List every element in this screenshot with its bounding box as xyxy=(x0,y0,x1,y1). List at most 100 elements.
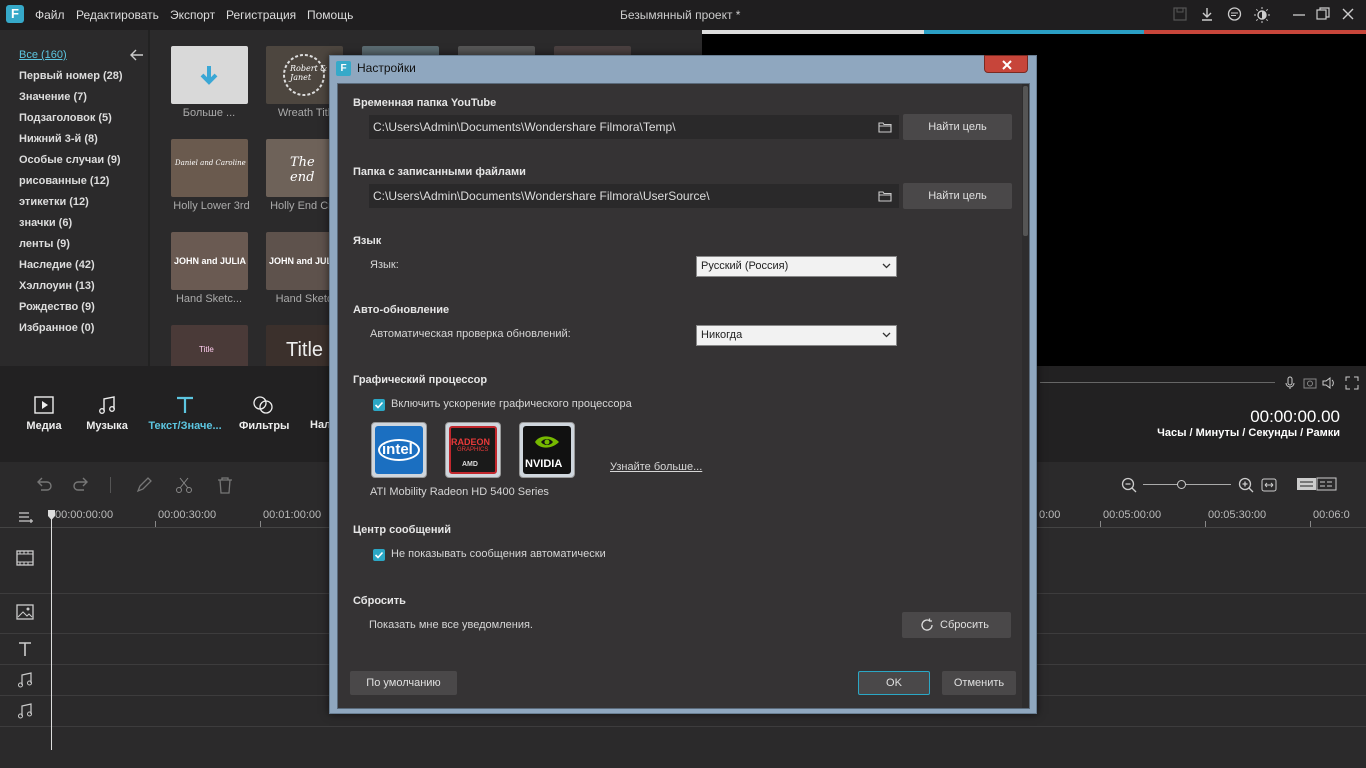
playhead[interactable] xyxy=(51,512,52,750)
camera-icon[interactable] xyxy=(1303,376,1317,390)
recorded-section-title: Папка с записанными файлами xyxy=(353,166,526,178)
ruler-mark xyxy=(1310,521,1311,527)
thumb-text: JOHN and JULIA xyxy=(174,256,247,266)
fit-timeline-icon[interactable] xyxy=(1261,478,1277,492)
refresh-icon xyxy=(921,618,933,631)
dialog-scrollbar[interactable] xyxy=(1022,84,1029,708)
category-item[interactable]: рисованные (12) xyxy=(19,175,109,187)
defaults-button[interactable]: По умолчанию xyxy=(350,671,457,695)
ruler-tick: 00:06:0 xyxy=(1313,509,1350,521)
minimize-icon[interactable] xyxy=(1292,7,1308,23)
download-icon[interactable] xyxy=(1200,7,1216,23)
app-logo: F xyxy=(6,5,24,23)
menu-edit[interactable]: Редактировать xyxy=(76,8,159,22)
language-select[interactable]: Русский (Россия) xyxy=(696,256,897,277)
redo-icon[interactable] xyxy=(72,476,90,494)
ok-button[interactable]: OK xyxy=(858,671,930,695)
category-item[interactable]: значки (6) xyxy=(19,217,72,229)
hand-sketch-thumb[interactable]: JOHN and JULIA xyxy=(171,232,248,290)
zoom-out-icon[interactable] xyxy=(1121,477,1137,493)
tab-label: Музыка xyxy=(86,420,128,432)
tab-label: Медиа xyxy=(26,420,62,432)
text-icon xyxy=(17,641,33,657)
dialog-app-icon: F xyxy=(336,61,351,76)
microphone-icon[interactable] xyxy=(1283,376,1297,390)
tab-filters[interactable]: Фильтры xyxy=(239,395,289,432)
tab-titles[interactable]: Текст/Значе... xyxy=(148,395,222,432)
track-view-icon[interactable] xyxy=(1297,477,1337,491)
category-item[interactable]: Рождество (9) xyxy=(19,301,95,313)
menu-export[interactable]: Экспорт xyxy=(170,8,215,22)
category-item[interactable]: Значение (7) xyxy=(19,91,87,103)
gpu-acceleration-checkbox[interactable] xyxy=(373,399,385,411)
maximize-icon[interactable] xyxy=(1316,7,1332,23)
holly-lower-thumb[interactable]: Daniel and Caroline xyxy=(171,139,248,197)
player-progress-track[interactable] xyxy=(1040,382,1275,383)
recorded-path-field[interactable]: C:\Users\Admin\Documents\Wondershare Fil… xyxy=(369,184,899,208)
track-manager-icon[interactable] xyxy=(18,511,34,523)
more-titles-thumb[interactable] xyxy=(171,46,248,104)
toolbar-divider xyxy=(110,477,111,493)
menu-file[interactable]: Файл xyxy=(35,8,65,22)
back-arrow-icon[interactable] xyxy=(130,48,144,62)
learn-more-link[interactable]: Узнайте больше... xyxy=(610,461,702,473)
category-item[interactable]: Особые случаи (9) xyxy=(19,154,121,166)
category-item[interactable]: Наследие (42) xyxy=(19,259,95,271)
amd-brand-text: AMD xyxy=(462,461,478,468)
category-item[interactable]: Хэллоуин (13) xyxy=(19,280,95,292)
save-icon[interactable] xyxy=(1173,7,1189,23)
dialog-close-button[interactable] xyxy=(984,55,1028,73)
category-item[interactable]: Первый номер (28) xyxy=(19,70,123,82)
tab-overlays[interactable]: Нал xyxy=(310,419,330,431)
category-item[interactable]: этикетки (12) xyxy=(19,196,89,208)
tab-media[interactable]: Медиа xyxy=(26,395,62,432)
title-thumb[interactable]: Title xyxy=(171,325,248,366)
hide-messages-checkbox[interactable] xyxy=(373,549,385,561)
update-select[interactable]: Никогда xyxy=(696,325,897,346)
menu-register[interactable]: Регистрация xyxy=(226,8,296,22)
tab-music[interactable]: Музыка xyxy=(86,395,128,432)
youtube-browse-button[interactable]: Найти цель xyxy=(903,114,1012,140)
thumb-text: Title xyxy=(199,345,214,354)
fullscreen-icon[interactable] xyxy=(1345,376,1359,390)
feedback-icon[interactable] xyxy=(1227,7,1243,23)
reset-label: Показать мне все уведомления. xyxy=(369,619,533,631)
amd-logo-subtext: GRAPHICS xyxy=(457,447,489,453)
color-bar xyxy=(702,30,924,34)
zoom-slider[interactable] xyxy=(1143,484,1231,485)
brightness-icon[interactable] xyxy=(1254,7,1270,23)
zoom-slider-handle[interactable] xyxy=(1177,480,1186,489)
filters-icon xyxy=(253,396,273,414)
cancel-button[interactable]: Отменить xyxy=(942,671,1016,695)
zoom-in-icon[interactable] xyxy=(1238,477,1254,493)
youtube-path-text: C:\Users\Admin\Documents\Wondershare Fil… xyxy=(373,120,676,134)
scrollbar-thumb[interactable] xyxy=(1023,86,1028,236)
update-label: Автоматическая проверка обновлений: xyxy=(370,328,571,340)
youtube-path-field[interactable]: C:\Users\Admin\Documents\Wondershare Fil… xyxy=(369,115,899,139)
dialog-title: Настройки xyxy=(357,61,416,75)
volume-icon[interactable] xyxy=(1322,376,1336,390)
category-item[interactable]: ленты (9) xyxy=(19,238,70,250)
undo-icon[interactable] xyxy=(35,476,53,494)
color-bar xyxy=(924,30,1144,34)
edit-pen-icon[interactable] xyxy=(135,476,153,494)
reset-button[interactable]: Сбросить xyxy=(902,612,1011,638)
category-all[interactable]: Все (160) xyxy=(19,49,67,61)
dialog-body: Временная папка YouTube C:\Users\Admin\D… xyxy=(337,83,1030,709)
folder-icon[interactable] xyxy=(878,121,892,133)
trash-icon[interactable] xyxy=(216,476,234,494)
folder-icon[interactable] xyxy=(878,190,892,202)
messages-section-title: Центр сообщений xyxy=(353,524,452,536)
category-item[interactable]: Нижний 3-й (8) xyxy=(19,133,98,145)
ruler-mark xyxy=(155,521,156,527)
update-section-title: Авто-обновление xyxy=(353,304,450,316)
youtube-section-title: Временная папка YouTube xyxy=(353,97,497,109)
close-window-icon[interactable] xyxy=(1341,7,1357,23)
recorded-browse-button[interactable]: Найти цель xyxy=(903,183,1012,209)
scissors-icon[interactable] xyxy=(175,476,193,494)
language-section-title: Язык xyxy=(353,235,382,247)
menu-help[interactable]: Помощь xyxy=(307,8,353,22)
category-item[interactable]: Подзаголовок (5) xyxy=(19,112,112,124)
ruler-tick: 00:05:00:00 xyxy=(1103,509,1162,521)
category-item[interactable]: Избранное (0) xyxy=(19,322,94,334)
